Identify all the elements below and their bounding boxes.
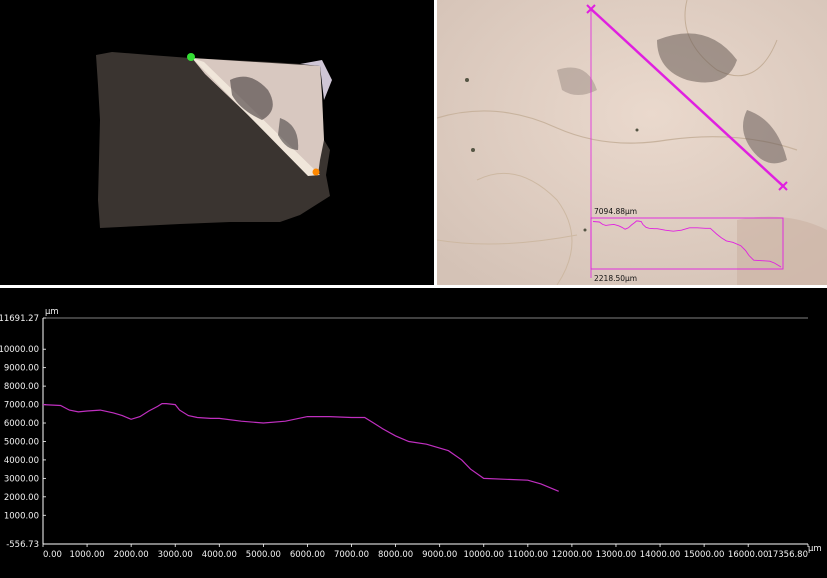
y-tick-labels: 11691.27 10000.00 9000.00 8000.00 7000.00 600…	[0, 314, 46, 550]
y-tick-label: 10000.00	[0, 345, 39, 355]
x-tick-label: 1000.00	[69, 550, 104, 560]
x-tick-label: 12000.00	[552, 550, 593, 560]
y-tick-label: 3000.00	[4, 474, 39, 484]
bottom-measure-label: 2218.50μm	[594, 274, 637, 283]
x-tick-label: 8000.00	[378, 550, 413, 560]
x-tick-label: 17356.80	[767, 550, 808, 560]
y-tick-label: 11691.27	[0, 314, 39, 324]
x-tick-label: 16000.00	[728, 550, 769, 560]
x-tick-label: 2000.00	[114, 550, 149, 560]
microscope-image-viewport[interactable]: 7094.88μm 2218.50μm	[437, 0, 827, 285]
x-tick-label: 13000.00	[596, 550, 637, 560]
speck	[583, 228, 587, 232]
speck	[635, 128, 639, 132]
microscope-svg: 7094.88μm 2218.50μm	[437, 0, 827, 285]
y-unit-label: μm	[45, 307, 59, 317]
x-tick-label: 7000.00	[334, 550, 369, 560]
profile-series-line	[42, 402, 559, 492]
y-tick-label: -556.73	[6, 540, 39, 550]
x-tick-label: 4000.00	[202, 550, 237, 560]
x-tick-label: 6000.00	[290, 550, 325, 560]
darker-region	[737, 216, 827, 285]
speck	[465, 78, 469, 82]
overview-svg	[96, 52, 332, 228]
y-tick-label: 9000.00	[4, 364, 39, 374]
y-tick-label: 6000.00	[4, 419, 39, 429]
y-tick-label: 4000.00	[4, 456, 39, 466]
end-point-marker[interactable]	[312, 168, 320, 176]
y-tick-label: 2000.00	[4, 493, 39, 503]
y-tick-label: 8000.00	[4, 382, 39, 392]
profile-chart-panel[interactable]: 11691.27 10000.00 9000.00 8000.00 7000.00 600…	[0, 288, 827, 578]
x-tick-label: 9000.00	[422, 550, 457, 560]
start-point-marker[interactable]	[187, 53, 195, 61]
profile-chart: 11691.27 10000.00 9000.00 8000.00 7000.00 600…	[0, 307, 822, 560]
x-tick-label: 5000.00	[246, 550, 281, 560]
speck	[471, 148, 475, 152]
x-unit-label: μm	[808, 544, 822, 554]
chart-axes	[42, 317, 808, 545]
x-tick-label: 15000.00	[684, 550, 725, 560]
y-tick-label: 7000.00	[4, 401, 39, 411]
x-tick-label: 3000.00	[158, 550, 193, 560]
y-tick-label: 5000.00	[4, 437, 39, 447]
top-measure-label: 7094.88μm	[594, 207, 637, 216]
x-tick-labels: 0.00 1000.00 2000.00 3000.00 4000.00 5000.00 6…	[42, 544, 809, 560]
y-tick-label: 1000.00	[4, 511, 39, 521]
x-tick-label: 11000.00	[508, 550, 549, 560]
overview-viewport[interactable]	[0, 0, 434, 285]
x-tick-label: 0.00	[43, 550, 62, 560]
x-tick-label: 14000.00	[640, 550, 681, 560]
x-tick-label: 10000.00	[463, 550, 504, 560]
